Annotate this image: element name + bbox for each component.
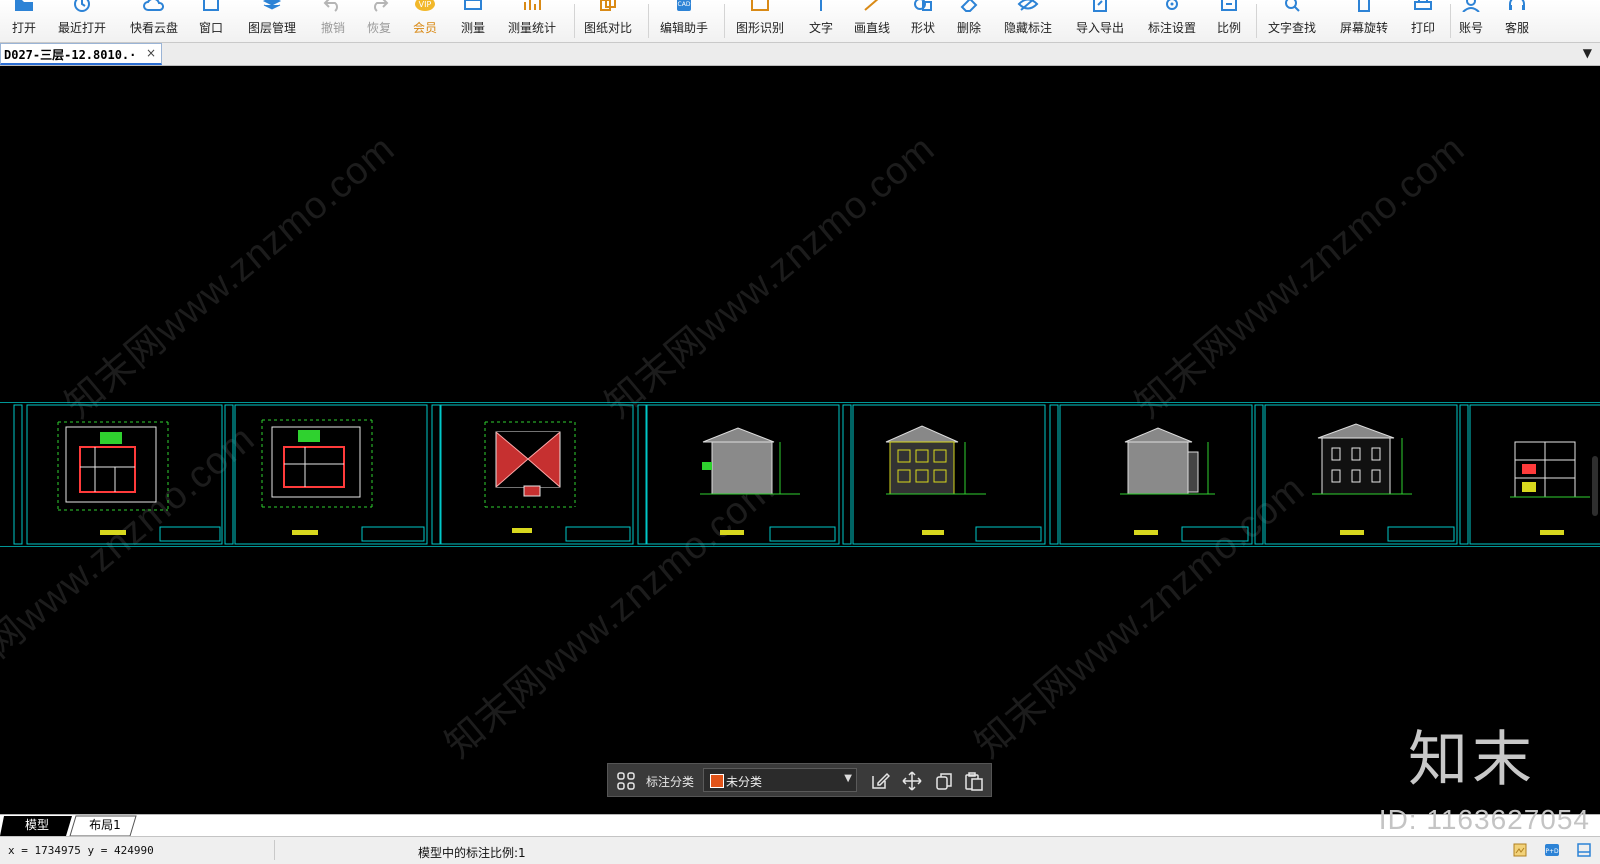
redo-button[interactable]: 恢复 (364, 0, 394, 42)
svg-text:CAD: CAD (678, 1, 691, 8)
cad-edit-icon: CAD (677, 0, 691, 11)
window-icon (203, 0, 219, 11)
ruler-icon (464, 0, 482, 10)
main-toolbar: 打开 最近打开 快看云盘 窗口 图层管理 撤销 恢复 VIP 会员 测量 测量统… (0, 0, 1600, 43)
drawing-sheet-strip (0, 402, 1600, 547)
cursor-coordinates: x = 1734975 y = 424990 (8, 844, 154, 857)
drawing-sheet-elevation-1[interactable] (637, 404, 840, 545)
annotation-category-label: 标注分类 (646, 775, 695, 789)
line-icon (864, 0, 879, 11)
layer-manager-button[interactable]: 图层管理 (244, 0, 300, 42)
image-id-watermark: ID: 1163627054 (1378, 804, 1590, 835)
pdf-convert-icon[interactable]: P+D (1544, 842, 1560, 858)
drawing-sheet-floor-plan-2[interactable] (224, 404, 428, 545)
layout-tab-bar: 模型 布局1 (0, 814, 1600, 837)
edit-annotation-icon[interactable] (870, 771, 890, 791)
annotation-category-value: 未分类 (726, 775, 763, 789)
scale-icon (1221, 0, 1237, 11)
text-search-icon (1285, 0, 1300, 12)
drawing-sheet-elevation-2[interactable] (842, 404, 1046, 545)
hide-annotation-button[interactable]: 隐藏标注 (1000, 0, 1056, 42)
status-bar: x = 1734975 y = 424990 模型中的标注比例:1 P+D (0, 836, 1600, 864)
vip-button[interactable]: VIP 会员 (410, 0, 440, 42)
scale-button[interactable]: 比例 (1214, 0, 1244, 42)
drawing-compare-button[interactable]: 图纸对比 (580, 0, 636, 42)
layers-icon (262, 0, 282, 10)
annotation-settings-icon (1166, 0, 1178, 10)
shape-button[interactable]: 形状 (908, 0, 938, 42)
move-icon[interactable] (902, 771, 922, 791)
edit-assistant-button[interactable]: CAD 编辑助手 (656, 0, 712, 42)
vertical-scroll-handle[interactable] (1592, 456, 1598, 516)
tab-model[interactable]: 模型 (12, 816, 62, 835)
watermark-text: 知末网www.znzmo.com (1127, 127, 1473, 427)
document-tab-strip: D027-三层-12.8010.· × ▼ (0, 43, 1600, 66)
annotation-category-bar: 标注分类 未分类 ▼ (607, 763, 992, 797)
close-tab-icon[interactable]: × (146, 46, 156, 60)
document-tab[interactable]: D027-三层-12.8010.· × (0, 43, 162, 65)
measure-stats-button[interactable]: 测量统计 (504, 0, 560, 42)
document-tab-title: D027-三层-12.8010.· (4, 48, 137, 62)
shape-recognize-icon (751, 0, 769, 11)
copy-icon[interactable] (934, 771, 954, 791)
import-export-icon (1093, 0, 1107, 12)
drawing-canvas[interactable]: 知末网www.znzmo.com 知末网www.znzmo.com 知末网www… (0, 66, 1600, 814)
chevron-down-icon: ▼ (844, 773, 852, 784)
shape-recognize-button[interactable]: 图形识别 (732, 0, 788, 42)
hide-eye-icon (1017, 0, 1039, 11)
screen-rotate-button[interactable]: 屏幕旋转 (1336, 0, 1392, 42)
svg-text:P+D: P+D (1545, 848, 1559, 855)
brand-logo-watermark: 知末 (1408, 725, 1536, 795)
import-export-button[interactable]: 导入导出 (1072, 0, 1128, 42)
category-color-swatch (710, 774, 724, 788)
drawing-sheet-elevation-3[interactable] (1049, 404, 1253, 545)
shape-icon (914, 0, 932, 11)
drawing-thumbnail-icon[interactable] (1512, 842, 1528, 858)
drawing-sheet-floor-plan-1[interactable] (13, 404, 223, 545)
recent-open-button[interactable]: 最近打开 (54, 0, 110, 42)
open-button[interactable]: 打开 (6, 0, 42, 42)
rotate-screen-icon (1358, 0, 1370, 12)
undo-icon (323, 0, 338, 12)
redo-icon (374, 0, 389, 12)
customer-service-button[interactable]: 客服 (1502, 0, 1532, 42)
measure-stats-icon (524, 0, 541, 10)
text-search-button[interactable]: 文字查找 (1264, 0, 1320, 42)
delete-button[interactable]: 删除 (954, 0, 984, 42)
printer-icon (1414, 0, 1432, 10)
tab-layout1[interactable]: 布局1 (80, 816, 130, 835)
panel-toggle-icon[interactable] (1576, 842, 1592, 858)
tab-list-dropdown-icon[interactable]: ▼ (1583, 46, 1592, 60)
cloud-icon (143, 0, 164, 11)
account-button[interactable]: 账号 (1456, 0, 1486, 42)
window-button[interactable]: 窗口 (196, 0, 226, 42)
annotation-category-select[interactable]: 未分类 ▼ (703, 768, 857, 792)
drawing-sheet-elevation-4[interactable] (1254, 404, 1458, 545)
eraser-icon (960, 0, 978, 12)
annotation-scale-status: 模型中的标注比例:1 (418, 846, 526, 860)
compare-icon (600, 0, 616, 11)
text-icon (814, 0, 828, 11)
draw-line-button[interactable]: 画直线 (852, 0, 892, 42)
recent-clock-icon (74, 0, 90, 12)
grid-apps-icon[interactable] (616, 771, 636, 791)
measure-button[interactable]: 测量 (458, 0, 488, 42)
vip-icon: VIP (415, 0, 435, 11)
annotation-settings-button[interactable]: 标注设置 (1144, 0, 1200, 42)
headset-icon (1509, 0, 1525, 10)
undo-button[interactable]: 撤销 (318, 0, 348, 42)
open-folder-icon (15, 0, 33, 11)
user-icon (1462, 0, 1480, 12)
print-button[interactable]: 打印 (1408, 0, 1438, 42)
svg-text:VIP: VIP (419, 0, 432, 9)
paste-icon[interactable] (964, 771, 984, 791)
drawing-sheet-roof-plan[interactable] (431, 404, 634, 545)
cloud-drive-button[interactable]: 快看云盘 (126, 0, 182, 42)
watermark-text: 知末网www.znzmo.com (597, 127, 943, 427)
text-button[interactable]: 文字 (806, 0, 836, 42)
drawing-sheet-section[interactable] (1459, 404, 1600, 545)
watermark-text: 知末网www.znzmo.com (57, 127, 403, 427)
